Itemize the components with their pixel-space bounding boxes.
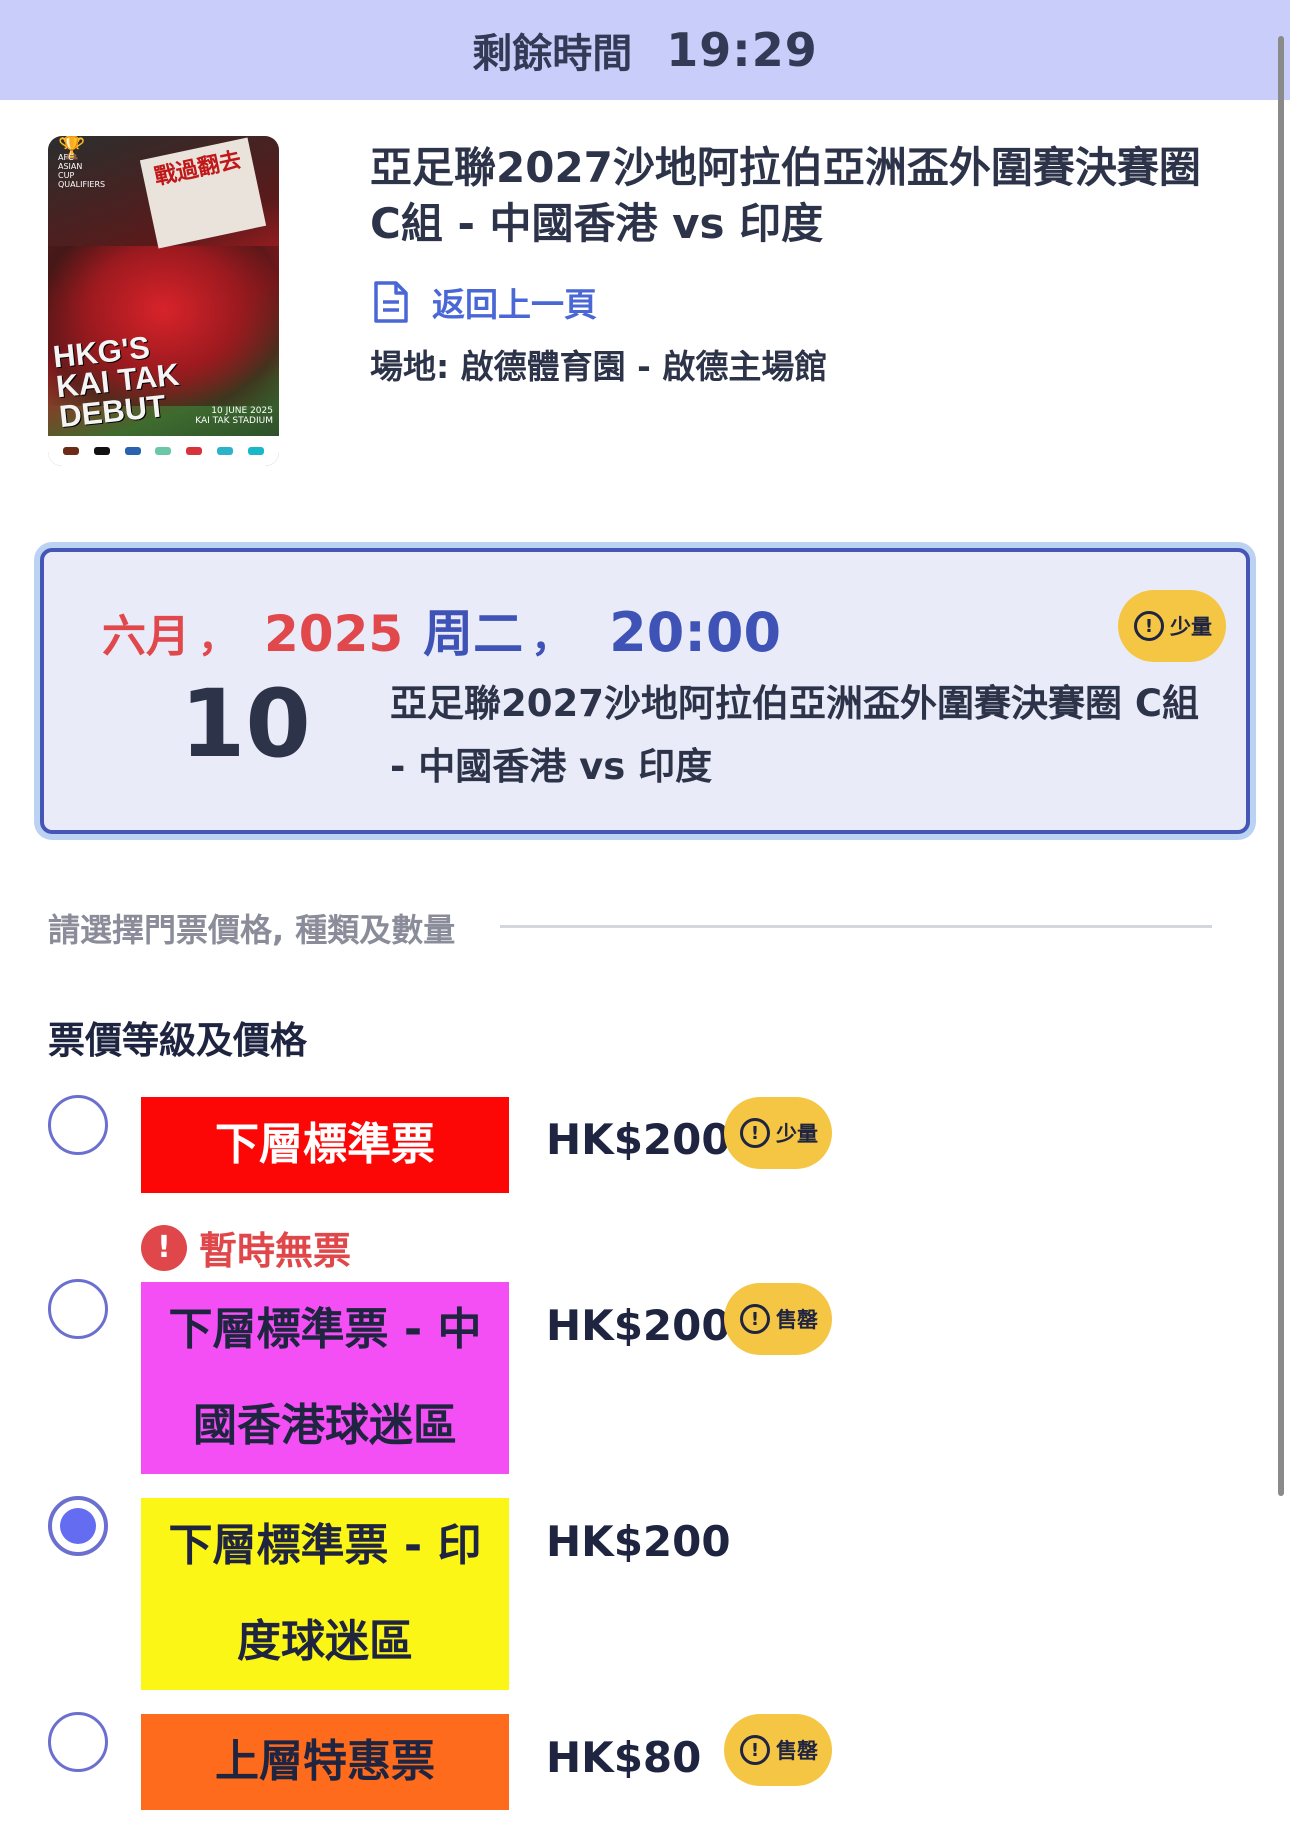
ticket-price-4: HK$80 xyxy=(546,1733,702,1782)
session-date: 六月 ， 2025 周二 ， 20:00 xyxy=(102,601,782,664)
exclamation-circle-icon: ! xyxy=(740,1735,770,1765)
selection-hint: 請選擇門票價格, 種類及數量 xyxy=(48,911,456,949)
back-link[interactable]: 返回上一頁 xyxy=(432,278,597,326)
countdown-value: 19:29 xyxy=(666,23,818,77)
availability-badge: ! 少量 xyxy=(1118,590,1226,662)
ticket-tier-2[interactable]: 下層標準票 - 中國香港球迷區 xyxy=(141,1282,509,1474)
event-poster: 🏆 AFC ASIAN CUP QUALIFIERS 戰過翻去 HKG'S KAI… xyxy=(48,136,279,466)
poster-banner: 戰過翻去 xyxy=(139,137,267,249)
ticket-price-3: HK$200 xyxy=(546,1517,731,1566)
poster-date: 10 JUNE 2025 KAI TAK STADIUM xyxy=(195,406,273,426)
ticket-tier-3[interactable]: 下層標準票 - 印度球迷區 xyxy=(141,1498,509,1690)
ticket-price-1: HK$200 xyxy=(546,1115,731,1164)
poster-sponsor-strip xyxy=(48,436,279,466)
ticket-radio-3[interactable] xyxy=(48,1496,108,1556)
exclamation-circle-icon: ! xyxy=(740,1118,770,1148)
ticket-price-2: HK$200 xyxy=(546,1301,731,1350)
scrollbar[interactable] xyxy=(1278,36,1284,1496)
poster-headline: HKG'S KAI TAK DEBUT xyxy=(51,329,181,435)
ticket-tier-1[interactable]: 下層標準票 xyxy=(141,1097,509,1193)
asian-cup-logo: 🏆 AFC ASIAN CUP QUALIFIERS xyxy=(58,136,106,190)
countdown-label: 剩餘時間 xyxy=(472,31,633,77)
venue-text: 場地: 啟德體育園 - 啟德主場館 xyxy=(370,347,828,386)
ticket-radio-2[interactable] xyxy=(48,1279,108,1339)
session-time: 20:00 xyxy=(609,601,782,664)
divider xyxy=(500,925,1212,928)
exclamation-circle-icon: ! xyxy=(1134,611,1164,641)
back-link-row[interactable]: 返回上一頁 xyxy=(372,278,597,326)
session-card[interactable]: 六月 ， 2025 周二 ， 20:00 10 亞足聯2027沙地阿拉伯亞洲盃外… xyxy=(40,548,1250,834)
ticket-badge-1: ! 少量 xyxy=(724,1097,832,1169)
document-icon xyxy=(374,281,408,323)
event-title: 亞足聯2027沙地阿拉伯亞洲盃外圍賽決賽圈 C組 - 中國香港 vs 印度 xyxy=(370,143,1201,248)
exclamation-circle-icon: ! xyxy=(740,1304,770,1334)
ticket-badge-4: ! 售罄 xyxy=(724,1714,832,1786)
session-day: 10 xyxy=(180,670,311,779)
ticket-badge-2: ! 售罄 xyxy=(724,1283,832,1355)
ticket-radio-4[interactable] xyxy=(48,1712,108,1772)
section-title: 票價等級及價格 xyxy=(48,1019,307,1062)
ticket-tier-4[interactable]: 上層特惠票 xyxy=(141,1714,509,1810)
unavailable-notice: ! 暫時無票 xyxy=(141,1220,351,1275)
ticket-radio-1[interactable] xyxy=(48,1095,108,1155)
countdown-bar: 剩餘時間 19:29 xyxy=(0,0,1290,100)
alert-circle-icon: ! xyxy=(141,1224,187,1271)
session-name: 亞足聯2027沙地阿拉伯亞洲盃外圍賽決賽圈 C組 - 中國香港 vs 印度 xyxy=(390,682,1200,788)
